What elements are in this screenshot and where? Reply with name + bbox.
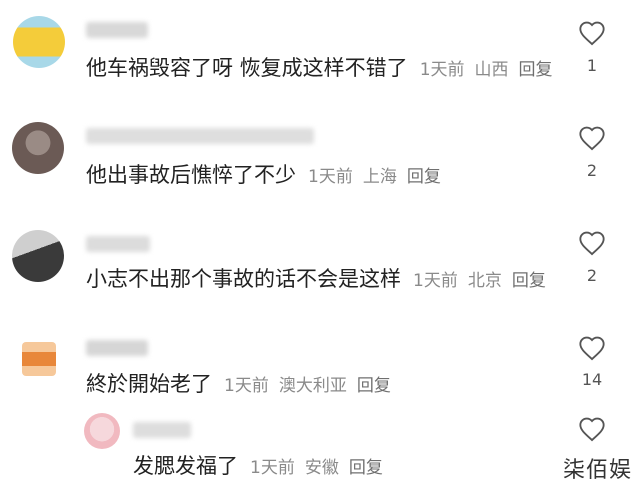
comment-time: 1天前 [308, 167, 353, 187]
username-blurred[interactable] [133, 422, 191, 438]
comment-text: 小志不出那个事故的话不会是这样 [86, 267, 401, 291]
comment-text: 他出事故后憔悴了不少 [86, 163, 296, 187]
like-count: 2 [586, 161, 598, 180]
avatar[interactable] [84, 413, 120, 449]
like-count: 1 [586, 56, 598, 75]
comment-time: 1天前 [419, 60, 465, 80]
username-blurred[interactable] [86, 236, 150, 252]
avatar[interactable] [12, 230, 64, 282]
comment-text: 他车祸毁容了呀 恢复成这样不错了 [86, 56, 408, 80]
comment-item: 終於開始老了 1天前 澳大利亚 回复 14 [0, 320, 640, 410]
comment-item: 小志不出那个事故的话不会是这样 1天前 北京 回复 2 [0, 210, 640, 320]
comment-text: 終於開始老了 [86, 372, 212, 396]
username-blurred[interactable] [86, 128, 314, 144]
reply-button[interactable]: 回复 [357, 371, 391, 396]
username-blurred[interactable] [86, 22, 148, 38]
reply-button[interactable]: 回复 [349, 453, 383, 478]
comment-location: 北京 [467, 271, 502, 291]
reply-item: 发腮发福了 1天前 安徽 回复 [0, 410, 640, 492]
reply-button[interactable]: 回复 [512, 266, 546, 291]
comment-location: 安徽 [304, 458, 339, 478]
avatar[interactable] [22, 342, 56, 376]
heart-icon[interactable] [578, 230, 606, 256]
comment-location: 山西 [474, 60, 509, 80]
reply-button[interactable]: 回复 [407, 162, 441, 187]
avatar[interactable] [12, 122, 64, 174]
heart-icon[interactable] [578, 125, 606, 151]
comment-location: 澳大利亚 [278, 376, 347, 396]
comment-location: 上海 [362, 167, 397, 187]
comment-item: 他出事故后憔悴了不少 1天前 上海 回复 2 [0, 100, 640, 210]
username-blurred[interactable] [86, 340, 148, 356]
like-count: 2 [586, 266, 598, 285]
reply-button[interactable]: 回复 [519, 55, 553, 80]
comment-item: 他车祸毁容了呀 恢复成这样不错了 1天前 山西 回复 1 [0, 0, 640, 100]
heart-icon[interactable] [578, 20, 606, 46]
avatar[interactable] [13, 16, 65, 68]
comment-text: 发腮发福了 [133, 454, 238, 478]
watermark: 柒佰娱 [562, 458, 632, 483]
heart-icon[interactable] [578, 335, 606, 361]
comment-time: 1天前 [224, 376, 269, 396]
heart-icon[interactable] [578, 416, 606, 442]
comment-time: 1天前 [413, 271, 458, 291]
comment-time: 1天前 [250, 458, 295, 478]
like-count: 14 [581, 370, 603, 389]
